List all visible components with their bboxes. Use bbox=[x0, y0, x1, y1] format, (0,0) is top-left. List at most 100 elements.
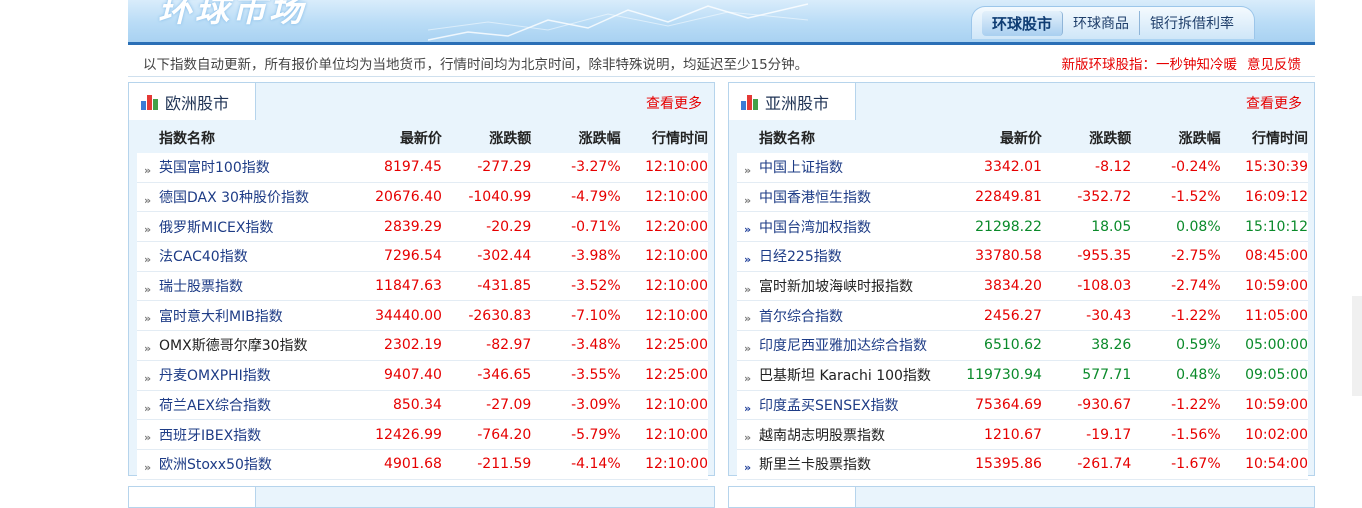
new-index-link[interactable]: 新版环球股指：一秒钟知冷暖 bbox=[1062, 57, 1238, 73]
table-row[interactable]: » 首尔综合指数 2456.27 -30.43 -1.22% 11:05:00 bbox=[737, 301, 1308, 332]
tab-interbank-rates[interactable]: 银行拆借利率 bbox=[1140, 11, 1244, 35]
next-panel-left bbox=[128, 486, 715, 508]
index-name-link[interactable]: 中国香港恒生指数 bbox=[737, 187, 963, 207]
double-chevron-icon: » bbox=[744, 431, 751, 445]
index-name-link[interactable]: 富时意大利MIB指数 bbox=[137, 306, 363, 326]
quote-time: 12:10:00 bbox=[645, 159, 708, 176]
table-row[interactable]: » 富时新加坡海峡时报指数 3834.20 -108.03 -2.74% 10:59:00 bbox=[737, 271, 1308, 302]
table-row[interactable]: » 俄罗斯MICEX指数 2839.29 -20.29 -0.71% 12:20:00 bbox=[137, 212, 708, 243]
asia-panel: 亚洲股市 查看更多 指数名称 最新价 涨跌额 涨跌幅 行情时间 » 中国上证指数 3… bbox=[728, 82, 1315, 480]
last-price: 6510.62 bbox=[984, 337, 1042, 354]
table-row[interactable]: » 富时意大利MIB指数 34440.00 -2630.83 -7.10% 12:10:0… bbox=[137, 301, 708, 332]
last-price: 2839.29 bbox=[384, 218, 442, 235]
change-amount: -20.29 bbox=[486, 218, 532, 235]
double-chevron-icon: » bbox=[744, 312, 751, 326]
quote-time: 12:10:00 bbox=[645, 456, 708, 473]
last-price: 9407.40 bbox=[384, 367, 442, 384]
change-amount: -302.44 bbox=[477, 248, 532, 265]
europe-tab[interactable]: 欧洲股市 bbox=[129, 83, 256, 120]
change-percent: 0.59% bbox=[1176, 337, 1221, 354]
index-name-link[interactable]: 日经225指数 bbox=[737, 246, 963, 266]
table-row[interactable]: » 欧洲Stoxx50指数 4901.68 -211.59 -4.14% 12:10:00 bbox=[137, 449, 708, 480]
table-row[interactable]: » 印度尼西亚雅加达综合指数 6510.62 38.26 0.59% 05:00:00 bbox=[737, 331, 1308, 361]
index-name-link[interactable]: 英国富时100指数 bbox=[137, 157, 363, 177]
quote-time: 12:20:00 bbox=[645, 218, 708, 235]
tab-global-commodities[interactable]: 环球商品 bbox=[1063, 11, 1140, 35]
index-name-link[interactable]: 巴基斯坦 Karachi 100指数 bbox=[737, 365, 963, 385]
table-row[interactable]: » 法CAC40指数 7296.54 -302.44 -3.98% 12:10:00 bbox=[137, 242, 708, 272]
quote-time: 10:59:00 bbox=[1245, 396, 1308, 413]
last-price: 119730.94 bbox=[966, 367, 1042, 384]
last-price: 33780.58 bbox=[975, 248, 1042, 265]
asia-more-link[interactable]: 查看更多 bbox=[1246, 93, 1302, 113]
change-percent: -3.09% bbox=[571, 396, 621, 413]
index-name-link[interactable]: 越南胡志明股票指数 bbox=[737, 425, 963, 445]
index-name-link[interactable]: 印度尼西亚雅加达综合指数 bbox=[737, 335, 963, 355]
banner-title: 环球市场 bbox=[158, 0, 306, 30]
last-price: 4901.68 bbox=[384, 456, 442, 473]
table-row[interactable]: » 越南胡志明股票指数 1210.67 -19.17 -1.56% 10:02:00 bbox=[737, 420, 1308, 450]
table-row[interactable]: » 德国DAX 30种股价指数 20676.40 -1040.99 -4.79% 12:1… bbox=[137, 182, 708, 213]
table-row[interactable]: » 巴基斯坦 Karachi 100指数 119730.94 577.71 0.48% 0… bbox=[737, 360, 1308, 391]
index-name-link[interactable]: 首尔综合指数 bbox=[737, 306, 963, 326]
index-name-link[interactable]: 欧洲Stoxx50指数 bbox=[137, 454, 363, 474]
index-name-link[interactable]: 中国台湾加权指数 bbox=[737, 217, 963, 237]
change-amount: -27.09 bbox=[486, 396, 532, 413]
change-percent: -3.52% bbox=[571, 278, 621, 295]
table-row[interactable]: » 中国台湾加权指数 21298.22 18.05 0.08% 15:10:12 bbox=[737, 212, 1308, 243]
table-row[interactable]: » 英国富时100指数 8197.45 -277.29 -3.27% 12:10:00 bbox=[137, 153, 708, 183]
quote-time: 12:25:00 bbox=[645, 337, 708, 354]
index-name-link[interactable]: 法CAC40指数 bbox=[137, 246, 363, 266]
table-row[interactable]: » 荷兰AEX综合指数 850.34 -27.09 -3.09% 12:10:00 bbox=[137, 390, 708, 421]
index-name-link[interactable]: 荷兰AEX综合指数 bbox=[137, 395, 363, 415]
index-name-link[interactable]: 中国上证指数 bbox=[737, 157, 963, 177]
table-row[interactable]: » 斯里兰卡股票指数 15395.86 -261.74 -1.67% 10:54:00 bbox=[737, 449, 1308, 480]
double-chevron-icon: » bbox=[144, 371, 151, 385]
double-chevron-icon: » bbox=[144, 312, 151, 326]
next-panel-right-tab[interactable] bbox=[729, 487, 856, 507]
quote-time: 05:00:00 bbox=[1245, 337, 1308, 354]
col-price: 最新价 bbox=[399, 131, 442, 147]
index-name-link[interactable]: 斯里兰卡股票指数 bbox=[737, 454, 963, 474]
change-amount: -8.12 bbox=[1095, 159, 1132, 176]
double-chevron-icon: » bbox=[744, 253, 751, 267]
change-amount: -955.35 bbox=[1077, 248, 1132, 265]
last-price: 3342.01 bbox=[984, 159, 1042, 176]
change-amount: -352.72 bbox=[1077, 189, 1132, 206]
double-chevron-icon: » bbox=[144, 460, 151, 474]
change-amount: -108.03 bbox=[1077, 278, 1132, 295]
col-pct: 涨跌幅 bbox=[578, 131, 621, 147]
table-row[interactable]: » 瑞士股票指数 11847.63 -431.85 -3.52% 12:10:00 bbox=[137, 271, 708, 302]
tab-global-stocks[interactable]: 环球股市 bbox=[981, 10, 1063, 36]
next-panel-left-tab[interactable] bbox=[129, 487, 256, 507]
double-chevron-icon: » bbox=[144, 193, 151, 207]
index-name-link[interactable]: 俄罗斯MICEX指数 bbox=[137, 217, 363, 237]
last-price: 3834.20 bbox=[984, 278, 1042, 295]
double-chevron-icon: » bbox=[744, 223, 751, 237]
change-percent: -5.79% bbox=[571, 426, 621, 443]
asia-tab[interactable]: 亚洲股市 bbox=[729, 83, 856, 120]
index-name-link[interactable]: 富时新加坡海峡时报指数 bbox=[737, 276, 963, 296]
europe-title: 欧洲股市 bbox=[165, 93, 230, 113]
quote-time: 12:10:00 bbox=[645, 307, 708, 324]
index-name-link[interactable]: 德国DAX 30种股价指数 bbox=[137, 187, 363, 207]
change-percent: -3.27% bbox=[571, 159, 621, 176]
table-row[interactable]: » 丹麦OMXPHI指数 9407.40 -346.65 -3.55% 12:25:00 bbox=[137, 360, 708, 391]
index-name-link[interactable]: 丹麦OMXPHI指数 bbox=[137, 365, 363, 385]
double-chevron-icon: » bbox=[144, 431, 151, 445]
table-row[interactable]: » 西班牙IBEX指数 12426.99 -764.20 -5.79% 12:10:00 bbox=[137, 420, 708, 450]
europe-more-link[interactable]: 查看更多 bbox=[646, 93, 702, 113]
page-scrollbar[interactable] bbox=[1352, 296, 1362, 396]
index-name-link[interactable]: 西班牙IBEX指数 bbox=[137, 425, 363, 445]
index-name-link[interactable]: 印度孟买SENSEX指数 bbox=[737, 395, 963, 415]
table-row[interactable]: » OMX斯德哥尔摩30指数 2302.19 -82.97 -3.48% 12:25:00 bbox=[137, 331, 708, 361]
table-row[interactable]: » 印度孟买SENSEX指数 75364.69 -930.67 -1.22% 10:59:… bbox=[737, 390, 1308, 421]
col-name: 指数名称 bbox=[759, 131, 815, 147]
table-row[interactable]: » 中国香港恒生指数 22849.81 -352.72 -1.52% 16:09:12 bbox=[737, 182, 1308, 213]
table-row[interactable]: » 日经225指数 33780.58 -955.35 -2.75% 08:45:00 bbox=[737, 242, 1308, 272]
table-row[interactable]: » 中国上证指数 3342.01 -8.12 -0.24% 15:30:39 bbox=[737, 153, 1308, 183]
change-percent: -1.22% bbox=[1171, 396, 1221, 413]
feedback-link[interactable]: 意见反馈 bbox=[1247, 57, 1301, 73]
index-name-link[interactable]: 瑞士股票指数 bbox=[137, 276, 363, 296]
index-name-link[interactable]: OMX斯德哥尔摩30指数 bbox=[137, 335, 363, 355]
